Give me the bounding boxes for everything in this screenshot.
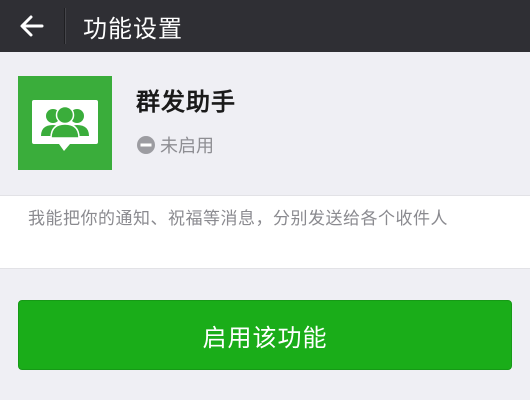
page-title: 功能设置 <box>83 14 183 43</box>
navigation-bar: 功能设置 <box>0 0 530 52</box>
enable-feature-button[interactable]: 启用该功能 <box>18 300 512 370</box>
minus-circle-icon <box>137 136 155 154</box>
description-text: 我能把你的通知、祝福等消息，分别发送给各个收件人 <box>28 209 448 229</box>
feature-name: 群发助手 <box>136 88 236 116</box>
feature-status: 未启用 <box>136 132 214 158</box>
header-divider <box>64 8 65 44</box>
feature-description: 我能把你的通知、祝福等消息，分别发送给各个收件人 <box>0 195 530 269</box>
back-button[interactable] <box>0 0 64 52</box>
status-text: 未启用 <box>160 136 214 157</box>
feature-icon-tile <box>18 76 112 170</box>
group-users-icon <box>32 100 98 151</box>
arrow-left-icon <box>20 15 44 37</box>
feature-info: 群发助手 未启用 <box>0 52 530 195</box>
